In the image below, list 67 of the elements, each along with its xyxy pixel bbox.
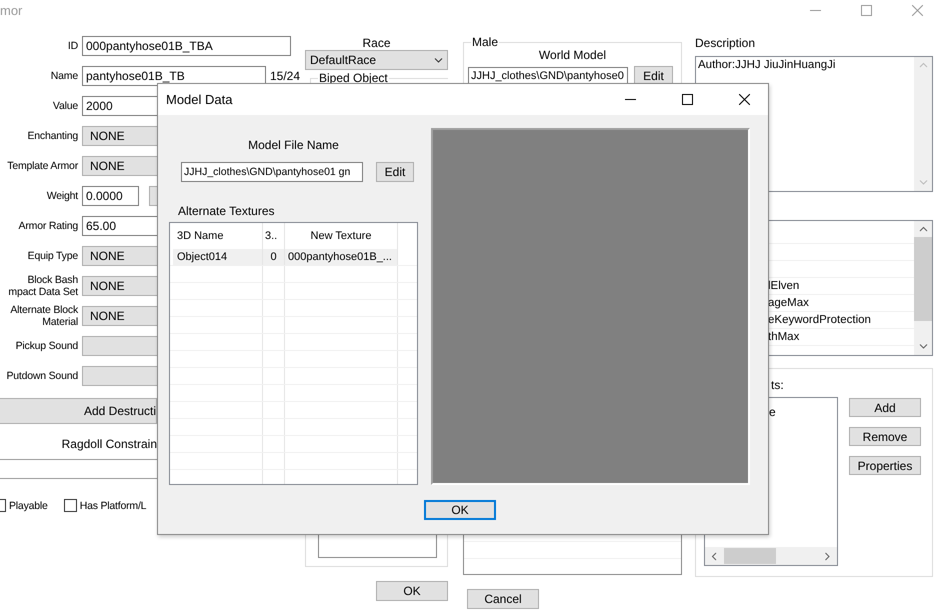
maximize-icon xyxy=(861,4,872,16)
description-text: Author:JJHJ JiuJinHuangJi xyxy=(698,59,836,71)
chevron-right-icon xyxy=(824,552,831,560)
close-icon xyxy=(739,94,750,105)
table-cell: 000pantyhose01B_... xyxy=(285,249,398,265)
scrollbar[interactable] xyxy=(914,57,932,191)
table-row[interactable]: Object014 0 000pantyhose01B_... xyxy=(170,249,417,266)
keyword-item[interactable]: thMax xyxy=(768,331,800,343)
table-cell: Object014 xyxy=(170,249,263,265)
text-field[interactable]: JJHJ_clothes\GND\pantyhose0 xyxy=(468,66,628,84)
text-field[interactable]: JJHJ_clothes\GND\pantyhose01 gn xyxy=(181,162,363,182)
group-label: Male xyxy=(471,36,500,48)
race-dropdown[interactable]: DefaultRace xyxy=(305,50,448,70)
checkbox[interactable] xyxy=(64,499,77,512)
keyword-item[interactable]: eKeywordProtection xyxy=(768,314,871,326)
text-field[interactable]: 0.0000 xyxy=(82,186,139,206)
ragdoll-button[interactable]: Ragdoll Constrain xyxy=(62,436,157,450)
field-label: Armor Rating xyxy=(18,220,78,232)
field-label: Template Armor xyxy=(7,160,78,172)
race-label: Race xyxy=(361,36,392,50)
world-model-label: World Model xyxy=(538,48,608,62)
field-label: Alternate Block Material xyxy=(10,304,78,328)
script-button[interactable]: Remove xyxy=(849,427,921,446)
field-label: Value xyxy=(52,100,78,112)
field-label: Weight xyxy=(46,190,78,202)
chevron-down-icon xyxy=(918,179,928,186)
script-item[interactable]: e xyxy=(769,405,776,419)
table-cell: 0 xyxy=(263,249,285,265)
ok-button[interactable]: OK xyxy=(376,581,448,601)
character-counter: 15/24 xyxy=(270,69,300,83)
textures-label: Alternate Textures xyxy=(178,204,276,218)
dialog-title: Model Data xyxy=(166,92,232,107)
chevron-down-icon xyxy=(434,56,443,64)
chevron-up-icon xyxy=(918,62,928,69)
chevron-down-icon xyxy=(918,343,928,350)
chevron-up-icon xyxy=(918,226,928,233)
scroll-thumb[interactable] xyxy=(914,237,932,321)
cancel-button[interactable]: Cancel xyxy=(467,589,539,609)
field-label: Pickup Sound xyxy=(16,340,78,352)
keyword-item[interactable]: lElven xyxy=(768,280,800,292)
edit-button[interactable]: Edit xyxy=(376,162,414,182)
scrollbar[interactable] xyxy=(914,221,932,355)
maximize-icon xyxy=(682,94,693,105)
model-file-label: Model File Name xyxy=(248,138,339,152)
window-title: mor xyxy=(0,2,22,18)
group-label: Biped Object xyxy=(318,72,389,84)
close-icon xyxy=(912,4,923,16)
field-label: Block Bash mpact Data Set xyxy=(8,274,78,298)
checkbox-label: Playable xyxy=(9,500,48,512)
text-field[interactable]: pantyhose01B_TB xyxy=(82,66,266,86)
scroll-thumb[interactable] xyxy=(724,548,776,564)
checkbox-label: Has Platform/L xyxy=(80,500,146,512)
description-label: Description xyxy=(695,36,756,50)
field-label: Equip Type xyxy=(28,250,78,262)
scrollbar[interactable] xyxy=(705,547,837,565)
keyword-item[interactable]: ageMax xyxy=(768,297,809,309)
field-label: Enchanting xyxy=(27,130,78,142)
chevron-left-icon xyxy=(711,552,718,560)
text-field[interactable]: 000pantyhose01B_TBA xyxy=(82,36,291,56)
field-label: ID xyxy=(68,40,78,52)
script-button[interactable]: Properties xyxy=(849,456,921,475)
destruction-button[interactable]: Add Destructi xyxy=(0,398,157,424)
ok-button[interactable]: OK xyxy=(424,500,496,520)
scripts-label: ts: xyxy=(771,379,785,391)
script-button[interactable]: Add xyxy=(849,398,921,417)
field-label: Name xyxy=(50,70,78,82)
field-label: Putdown Sound xyxy=(6,370,78,382)
